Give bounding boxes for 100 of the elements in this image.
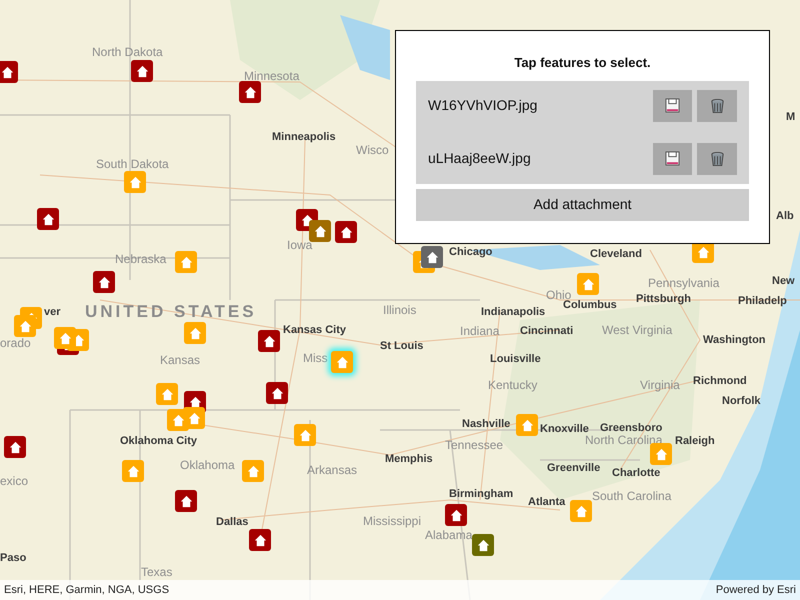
house-marker[interactable] xyxy=(650,443,672,465)
house-icon xyxy=(170,412,186,428)
house-marker[interactable] xyxy=(294,424,316,446)
house-icon xyxy=(312,224,328,238)
map-label: Richmond xyxy=(693,376,747,387)
house-marker[interactable] xyxy=(516,414,538,436)
house-marker[interactable] xyxy=(184,322,206,344)
map-label: Nebraska xyxy=(115,253,166,265)
house-marker[interactable] xyxy=(0,61,18,83)
map-label: Wisco xyxy=(356,144,389,156)
house-marker[interactable] xyxy=(156,383,178,405)
map-label: Kansas City xyxy=(283,325,346,336)
trash-icon xyxy=(710,150,724,166)
map-label: Oklahoma City xyxy=(120,436,198,447)
map-label: Norfolk xyxy=(722,396,760,407)
map-label: Birmingham xyxy=(449,489,514,500)
house-icon xyxy=(134,64,150,78)
map-label: Charlotte xyxy=(612,468,660,479)
map-label: Dallas xyxy=(216,517,248,528)
house-marker[interactable] xyxy=(4,436,26,458)
save-button[interactable] xyxy=(653,142,692,174)
house-marker[interactable] xyxy=(93,271,115,293)
house-marker[interactable] xyxy=(335,221,357,243)
map-label: North Carolina xyxy=(585,434,662,446)
house-marker[interactable] xyxy=(266,382,288,404)
map-label: Philadelp xyxy=(738,296,787,307)
map-label: Greensboro xyxy=(600,423,662,434)
house-icon xyxy=(476,538,490,552)
house-marker[interactable] xyxy=(242,460,264,482)
map-label: Chicago xyxy=(449,247,492,258)
map-label: Alb xyxy=(776,211,794,222)
map-label: Nashville xyxy=(462,419,510,430)
house-marker[interactable] xyxy=(249,529,271,551)
delete-button[interactable] xyxy=(697,142,737,174)
attachment-name: uLHaaj8eeW.jpg xyxy=(428,149,532,168)
house-marker[interactable] xyxy=(472,534,494,556)
house-marker[interactable] xyxy=(167,409,189,431)
house-marker[interactable] xyxy=(570,500,592,522)
powered-by-text: Powered by Esri xyxy=(716,582,796,598)
house-marker[interactable] xyxy=(14,315,36,337)
panel-title: Tap features to select. xyxy=(513,54,652,72)
house-marker[interactable] xyxy=(37,208,59,230)
house-icon xyxy=(520,418,534,432)
delete-button[interactable] xyxy=(697,90,737,122)
map-label: M xyxy=(786,112,796,123)
house-marker[interactable] xyxy=(577,273,599,295)
map-label: Minneapolis xyxy=(272,132,336,143)
house-icon xyxy=(262,334,276,348)
house-icon xyxy=(178,254,194,270)
house-icon xyxy=(188,326,202,340)
house-icon xyxy=(242,84,258,100)
house-marker[interactable] xyxy=(239,81,261,103)
house-icon xyxy=(298,428,312,442)
trash-icon xyxy=(710,98,724,114)
save-button[interactable] xyxy=(653,90,692,122)
house-marker[interactable] xyxy=(175,251,197,273)
house-marker[interactable] xyxy=(421,246,443,268)
house-icon xyxy=(126,464,140,478)
house-marker[interactable] xyxy=(122,460,144,482)
house-marker[interactable] xyxy=(54,327,76,349)
map-label: North Dakota xyxy=(92,46,163,58)
house-icon xyxy=(18,318,32,334)
map-label: Pittsburgh xyxy=(636,294,691,305)
house-marker[interactable] xyxy=(175,490,197,512)
map-label: Illinois xyxy=(383,304,416,316)
map-label: Knoxville xyxy=(540,424,589,435)
house-icon xyxy=(246,464,260,478)
map-label: Arkansas xyxy=(307,464,358,476)
map-label: Columbus xyxy=(563,300,617,311)
map-label: Alabama xyxy=(425,529,472,541)
house-marker[interactable] xyxy=(445,504,467,526)
map-label: Cincinnati xyxy=(520,326,574,337)
map-label: ver xyxy=(44,307,61,318)
map-label: Ohio xyxy=(546,289,572,301)
house-marker[interactable] xyxy=(124,171,146,193)
house-icon xyxy=(58,330,72,346)
map-label: South Carolina xyxy=(592,490,672,502)
house-icon xyxy=(580,276,596,292)
house-icon xyxy=(8,440,22,454)
house-icon xyxy=(334,354,350,370)
add-attachment-button[interactable]: Add attachment xyxy=(416,188,749,220)
map-label: Virginia xyxy=(640,379,680,391)
house-icon xyxy=(96,274,112,290)
house-icon xyxy=(178,494,194,508)
house-icon xyxy=(338,224,354,240)
map-label: Texas xyxy=(141,566,172,578)
map-label: Paso xyxy=(0,553,26,564)
map-label: Cleveland xyxy=(590,249,642,260)
house-marker[interactable] xyxy=(131,60,153,82)
attribution-text: Esri, HERE, Garmin, NGA, USGS xyxy=(4,582,170,598)
house-marker[interactable] xyxy=(331,351,353,373)
house-icon xyxy=(448,508,464,522)
map-label: Indianapolis xyxy=(481,307,546,318)
house-icon xyxy=(252,532,268,548)
house-marker[interactable] xyxy=(309,220,331,242)
house-marker[interactable] xyxy=(258,330,280,352)
map-label: South Dakota xyxy=(96,158,169,170)
map-label: Louisville xyxy=(490,354,541,365)
map-label: St Louis xyxy=(380,341,424,352)
map-label: orado xyxy=(0,337,31,349)
